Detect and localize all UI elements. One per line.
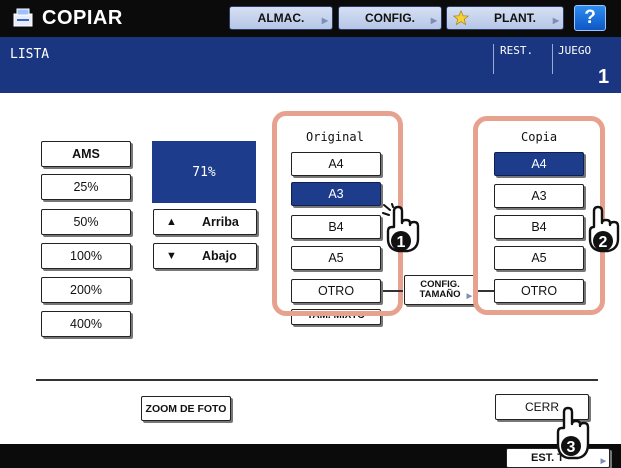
top-bar: COPIAR ALMAC. ▶ CONFIG. ▶ PLANT. ▶ ? — [0, 0, 621, 37]
rest-label: REST. — [500, 44, 534, 57]
plant-label: PLANT. — [494, 11, 536, 25]
help-button[interactable]: ? — [574, 5, 606, 31]
callout-2: 2 — [599, 234, 608, 251]
copy-screen: COPIAR ALMAC. ▶ CONFIG. ▶ PLANT. ▶ ? LIS… — [0, 0, 621, 468]
config-button[interactable]: CONFIG. ▶ — [338, 6, 442, 30]
divider — [36, 379, 598, 381]
config-label: CONFIG. — [365, 11, 415, 25]
tap-hand-icon: 1 — [382, 203, 420, 253]
zoom-down-label: Abajo — [202, 249, 237, 263]
chevron-right-icon: ▶ — [466, 293, 472, 300]
zoom-down-button[interactable]: ▼ Abajo — [153, 243, 257, 269]
zoom-100-button[interactable]: 100% — [41, 243, 131, 269]
chevron-right-icon: ▶ — [552, 16, 559, 25]
zoom-up-label: Arriba — [202, 215, 239, 229]
app-title: COPIAR — [42, 7, 123, 29]
config-tamano-button[interactable]: CONFIG. TAMAÑO ▶ — [404, 275, 476, 305]
copier-icon — [13, 8, 33, 27]
juego-value: 1 — [598, 66, 610, 88]
divider — [493, 44, 494, 74]
divider — [552, 44, 553, 74]
star-icon — [453, 10, 469, 26]
connector-line — [383, 290, 403, 292]
juego-label: JUEGO — [558, 44, 592, 57]
chevron-right-icon: ▶ — [430, 16, 437, 25]
almac-button[interactable]: ALMAC. ▶ — [229, 6, 333, 30]
callout-3: 3 — [567, 439, 576, 456]
chevron-right-icon: ▶ — [600, 458, 606, 465]
photo-zoom-button[interactable]: ZOOM DE FOTO — [141, 396, 231, 421]
tap-hand-icon: 3 — [556, 406, 590, 460]
zoom-ams-button[interactable]: AMS — [41, 141, 131, 167]
zoom-25-button[interactable]: 25% — [41, 174, 131, 200]
zoom-up-button[interactable]: ▲ Arriba — [153, 209, 257, 235]
zoom-200-button[interactable]: 200% — [41, 277, 131, 303]
almac-label: ALMAC. — [257, 11, 305, 25]
plant-button[interactable]: PLANT. ▶ — [446, 6, 564, 30]
chevron-right-icon: ▶ — [321, 16, 328, 25]
tap-hand-icon: 2 — [588, 205, 620, 253]
callout-1: 1 — [397, 234, 406, 251]
zoom-50-button[interactable]: 50% — [41, 209, 131, 235]
status-message: LISTA — [10, 47, 50, 62]
zoom-400-button[interactable]: 400% — [41, 311, 131, 337]
config-tamano-line2: TAMAÑO — [419, 289, 461, 300]
up-triangle-icon: ▲ — [166, 216, 177, 228]
down-triangle-icon: ▼ — [166, 250, 177, 262]
zoom-value-display: 71% — [152, 141, 256, 203]
